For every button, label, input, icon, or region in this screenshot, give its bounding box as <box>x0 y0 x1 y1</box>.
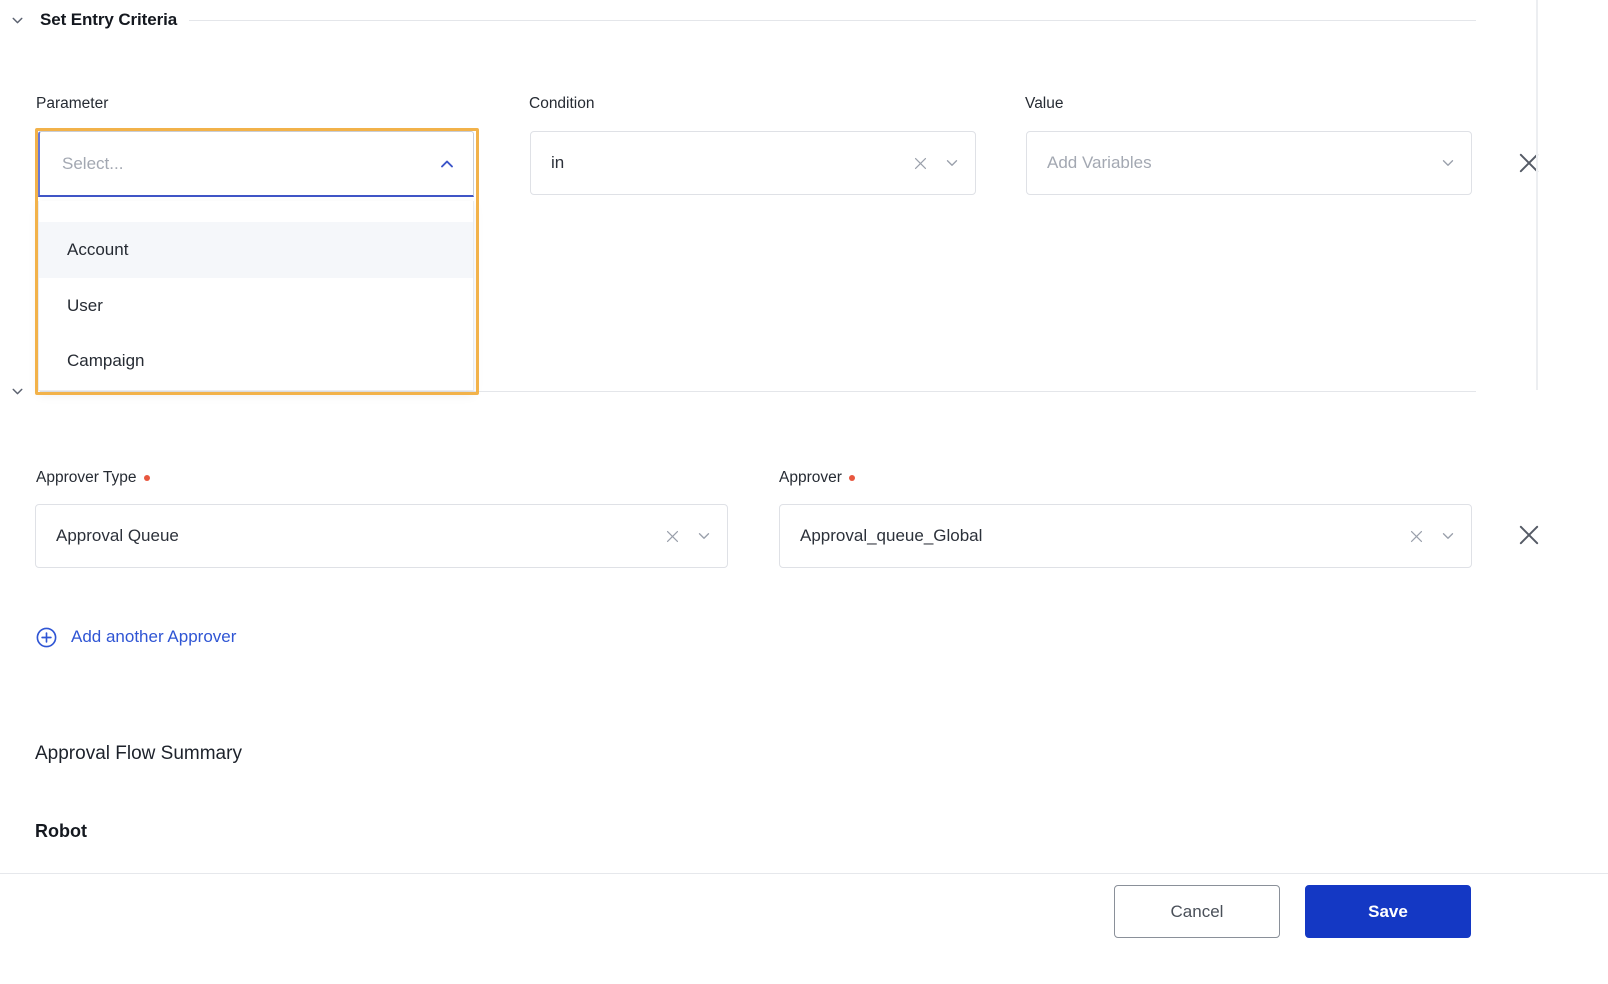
parameter-select[interactable]: Select... <box>38 131 474 197</box>
save-button-label: Save <box>1368 901 1408 921</box>
condition-label: Condition <box>529 95 595 113</box>
cancel-button-label: Cancel <box>1170 901 1224 921</box>
approver-type-label-text: Approver Type <box>36 469 137 486</box>
value-label: Value <box>1025 95 1064 113</box>
required-indicator-icon <box>143 475 150 481</box>
parameter-label: Parameter <box>36 95 108 113</box>
dropdown-option-account[interactable]: Account <box>39 222 473 278</box>
approval-flow-editor: Set Entry Criteria Parameter Select... C… <box>0 0 1608 984</box>
chevron-down-icon[interactable] <box>943 154 961 172</box>
approver-select[interactable]: Approval_queue_Global <box>779 504 1472 568</box>
dropdown-option-label: Campaign <box>67 350 145 370</box>
approver-label: Approver <box>779 469 855 487</box>
close-icon[interactable] <box>912 155 929 172</box>
close-icon <box>1515 521 1543 554</box>
dropdown-option-label: User <box>67 295 103 315</box>
chevron-down-icon[interactable] <box>6 9 28 31</box>
value-select[interactable]: Add Variables <box>1026 131 1472 195</box>
approval-flow-summary-title: Approval Flow Summary <box>35 743 242 764</box>
parameter-dropdown-menu[interactable]: Account User Campaign <box>38 201 474 391</box>
add-another-approver-button[interactable]: Add another Approver <box>35 623 236 651</box>
condition-label-text: Condition <box>529 95 595 112</box>
section-header-entry-criteria[interactable]: Set Entry Criteria <box>6 6 1476 34</box>
dropdown-option-campaign[interactable]: Campaign <box>39 333 473 388</box>
vertical-scrollbar-track[interactable] <box>1536 0 1538 390</box>
save-button[interactable]: Save <box>1305 885 1471 938</box>
parameter-select-placeholder: Select... <box>62 153 124 173</box>
chevron-up-icon[interactable] <box>437 154 457 174</box>
dropdown-option-label: Account <box>67 240 129 259</box>
close-icon[interactable] <box>1408 528 1425 545</box>
required-indicator-icon <box>848 475 855 481</box>
plus-circle-icon <box>35 626 58 649</box>
close-icon <box>1515 149 1543 182</box>
dropdown-option-user[interactable]: User <box>39 278 473 333</box>
value-label-text: Value <box>1025 95 1064 112</box>
add-another-approver-label: Add another Approver <box>71 627 237 646</box>
value-placeholder: Add Variables <box>1047 153 1152 172</box>
condition-value: in <box>551 153 565 172</box>
approver-label-text: Approver <box>779 469 842 486</box>
remove-criteria-row-button[interactable] <box>1512 148 1546 182</box>
approver-type-value: Approval Queue <box>56 526 179 545</box>
section-title: Set Entry Criteria <box>40 10 178 29</box>
approver-type-select[interactable]: Approval Queue <box>35 504 728 568</box>
cancel-button[interactable]: Cancel <box>1114 885 1280 938</box>
chevron-down-icon[interactable] <box>6 380 28 402</box>
chevron-down-icon[interactable] <box>1439 154 1457 172</box>
footer-divider <box>0 873 1608 874</box>
section-divider <box>189 19 1476 21</box>
chevron-down-icon[interactable] <box>695 527 713 545</box>
chevron-down-icon[interactable] <box>1439 527 1457 545</box>
parameter-label-text: Parameter <box>36 95 109 112</box>
approver-value: Approval_queue_Global <box>800 526 983 545</box>
remove-approver-row-button[interactable] <box>1512 520 1546 554</box>
approver-type-label: Approver Type <box>36 469 150 487</box>
condition-select[interactable]: in <box>530 131 976 195</box>
close-icon[interactable] <box>664 528 681 545</box>
approval-flow-step-name: Robot <box>35 821 87 841</box>
